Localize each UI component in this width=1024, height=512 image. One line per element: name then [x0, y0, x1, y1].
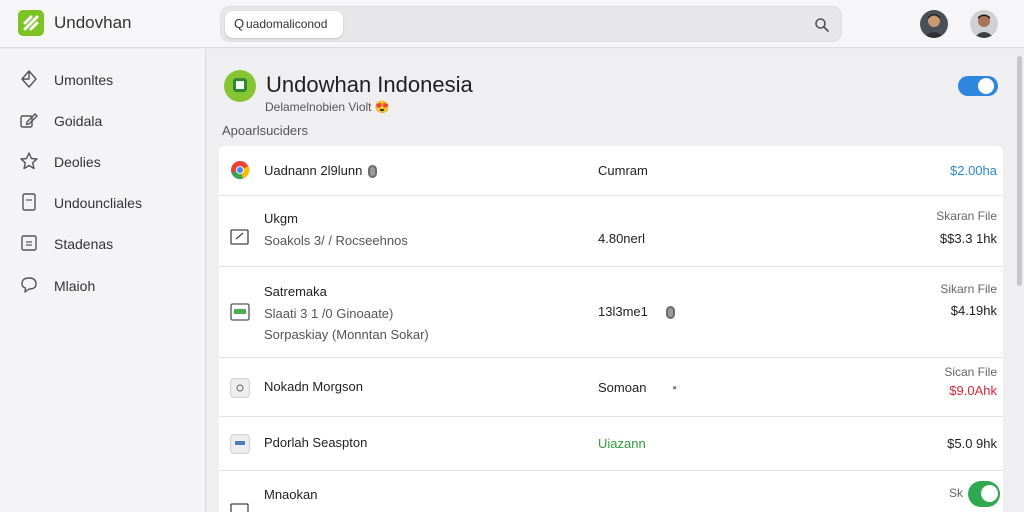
row-price: $9.0Ahk [949, 383, 997, 398]
document-icon [22, 193, 36, 211]
row-status: Cumram [598, 163, 648, 178]
row-status: Somoan • [598, 380, 677, 395]
row-status: 13l3me1 [598, 304, 675, 320]
row-name: Satremaka [264, 284, 327, 299]
star-icon [20, 152, 38, 170]
search-query: uadomaliconod [246, 17, 328, 31]
row-status: 4.80nerl [598, 231, 645, 246]
sidebar-item-deolies[interactable]: Deolies [0, 145, 206, 179]
sidebar-item-undouncliales[interactable]: Undouncliales [0, 186, 206, 220]
list-icon [21, 235, 37, 251]
row-detail: Slaati 3 1 /0 Ginoaate) [264, 306, 394, 321]
edit-icon [230, 503, 249, 512]
emoji-icon: 😍 [374, 100, 390, 114]
scrollbar[interactable] [1017, 56, 1022, 286]
row-file-label: Skaran File [936, 209, 997, 223]
row-file-label: Sk [948, 486, 963, 500]
sidebar-item-label: Undouncliales [54, 195, 142, 211]
subtitle-text: Delamelnobien Violt [265, 100, 372, 114]
row-price: $2.00ha [950, 163, 997, 178]
lock-icon [368, 165, 378, 179]
row-name: Nokadn Morgson [264, 379, 363, 394]
list-item[interactable]: Ukgm Soakols 3/ / Rocseehnos 4.80nerl Sk… [219, 196, 1003, 267]
sidebar-item-stadenas[interactable]: Stadenas [0, 227, 206, 261]
row-name: Mnaokan [264, 487, 318, 502]
search-icon[interactable] [814, 17, 830, 33]
search-input[interactable]: Q uadomaliconod [225, 11, 343, 38]
row-name: Pdorlah Seaspton [264, 435, 368, 450]
row-toggle[interactable] [968, 481, 1000, 507]
card-icon [230, 434, 250, 454]
list-item[interactable]: Nokadn Morgson Somoan • Sican File $9.0Ah… [219, 358, 1003, 417]
list-item[interactable]: Mnaokan Sk [219, 471, 1003, 512]
sidebar-item-label: Umonltes [54, 72, 114, 88]
row-price: $5.0 9hk [947, 436, 997, 451]
list-item[interactable]: Satremaka Slaati 3 1 /0 Ginoaate) Sorpas… [219, 267, 1003, 358]
top-bar: Undovhan Q uadomaliconod [0, 0, 1024, 48]
row-file-label: Sican File [944, 365, 997, 379]
chat-icon [21, 277, 37, 293]
row-detail-secondary: Sorpaskiay (Monntan Sokar) [264, 327, 429, 342]
sidebar-item-label: Deolies [54, 154, 101, 170]
account-toggle[interactable] [958, 76, 998, 96]
search-bar[interactable]: Q uadomaliconod [220, 6, 842, 42]
list-item[interactable]: Pdorlah Seaspton Uiazann $5.0 9hk [219, 417, 1003, 471]
sidebar-item-label: Goidala [54, 113, 103, 129]
sidebar-item-goidala[interactable]: Goidala [0, 104, 206, 138]
page-title: Undowhan Indonesia [266, 72, 473, 97]
page-subtitle: Delamelnobien Violt 😍 [265, 100, 390, 114]
row-detail: Soakols 3/ / Rocseehnos [264, 233, 408, 248]
app-title: Undovhan [54, 13, 132, 32]
chrome-icon [231, 161, 250, 180]
avatar[interactable] [970, 10, 998, 38]
list-item[interactable]: Uadnann 2l9lunn Cumram $2.00ha [219, 146, 1003, 196]
app-logo-icon[interactable] [18, 10, 44, 36]
avatar[interactable] [920, 10, 948, 38]
sidebar-item-label: Mlaioh [54, 278, 96, 294]
row-file-label: Sikarn File [940, 282, 997, 296]
section-label: Apoarlsuciders [222, 123, 308, 138]
search-prefix: Q [234, 16, 245, 31]
sidebar: Umonltes Goidala Deolies Undouncliales S… [0, 49, 206, 512]
row-status: Uiazann [598, 436, 646, 451]
edit-icon [230, 229, 249, 245]
diamond-icon [21, 70, 37, 88]
clock-icon [230, 378, 250, 398]
sidebar-item-mlaioh[interactable]: Mlaioh [0, 269, 206, 303]
edit-icon [20, 113, 38, 128]
row-name: Uadnann 2l9lunn [264, 163, 378, 179]
row-name: Ukgm [264, 211, 298, 226]
row-price: $4.19hk [950, 303, 997, 318]
lock-icon [665, 306, 675, 320]
account-logo-icon [224, 70, 256, 102]
window-icon [230, 303, 250, 321]
row-price: $$3.3 1hk [939, 231, 997, 246]
sidebar-item-umonltes[interactable]: Umonltes [0, 63, 206, 97]
sidebar-item-label: Stadenas [54, 236, 114, 252]
